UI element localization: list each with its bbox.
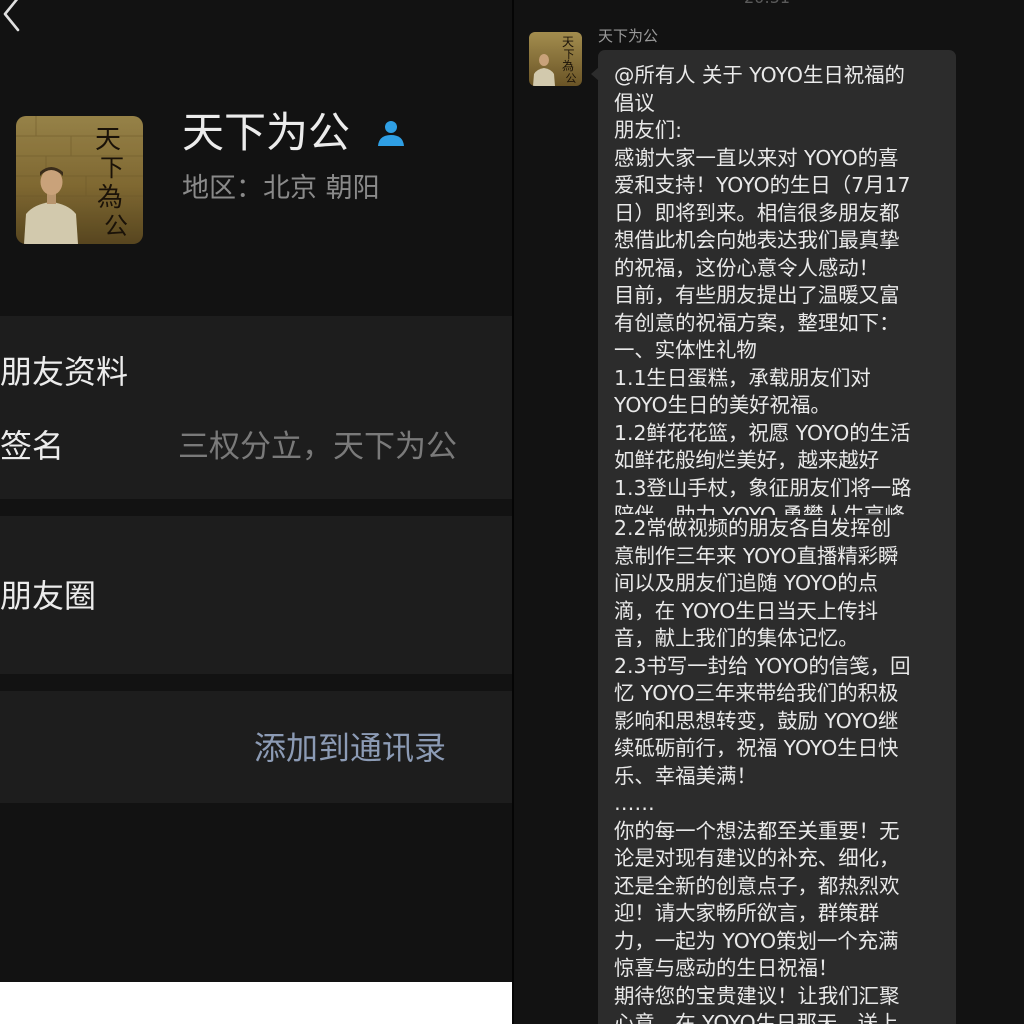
- message-line: 心意，在 YOYO生日那天，送上: [614, 1011, 899, 1024]
- avatar-caption-glyph-4: 公: [104, 212, 128, 240]
- profile-name: 天下为公: [182, 108, 351, 157]
- message-line: ……: [614, 791, 655, 815]
- message-line: 1.1生日蛋糕，承载朋友们对: [614, 365, 871, 390]
- message-line: @所有人 关于 YOYO生日祝福的: [614, 63, 905, 87]
- friend-info-title[interactable]: 朋友资料: [0, 350, 128, 394]
- message-line: 意制作三年来 YOYO直播精彩瞬: [614, 543, 899, 568]
- sender-avatar-glyph-1: 天: [562, 35, 574, 49]
- person-icon: [375, 116, 407, 148]
- message-line: 感谢大家一直以来对 YOYO的喜: [614, 145, 899, 170]
- message-line: 论是对现有建议的补充、细化，: [614, 846, 900, 870]
- message-line: 续砥砺前行，祝福 YOYO生日快: [614, 736, 899, 760]
- chat-timestamp: 20:51: [744, 0, 790, 8]
- sender-name: 天下为公: [598, 27, 659, 45]
- message-line: 期待您的宝贵建议！让我们汇聚: [614, 983, 900, 1008]
- message-line: 爱和支持！YOYO的生日（7月17: [614, 173, 911, 197]
- message-line: 音，献上我们的集体记忆。: [614, 626, 859, 650]
- message-line: 忆 YOYO三年来带给我们的积极: [614, 681, 899, 705]
- message-line: 1.3登山手杖，象征朋友们将一路: [614, 475, 912, 500]
- message-line: 一、实体性礼物: [614, 338, 757, 362]
- message-line: 你的每一个想法都至关重要！无: [614, 818, 900, 843]
- message-line: 2.3书写一封给 YOYO的信笺，回: [614, 653, 911, 678]
- message-line: 陪伴，助力 YOYO 勇攀人生高峰: [614, 503, 905, 515]
- friend-info-section: [0, 316, 512, 499]
- message-line: 倡议: [614, 90, 655, 115]
- message-line: 间以及朋友们追随 YOYO的点: [614, 571, 879, 595]
- contact-profile-panel: 天 下 為 公 天下为公 地区：北京 朝阳 朋友资料 签名 三权分立，天下为公 …: [0, 0, 512, 1024]
- sender-avatar[interactable]: 天 下 為 公: [529, 32, 582, 86]
- message-line: 2.2常做视频的朋友各自发挥创: [614, 516, 892, 540]
- avatar-caption-glyph-2: 下: [100, 154, 124, 182]
- bottom-white-bar: [0, 982, 512, 1024]
- message-line: 日）即将到来。相信很多朋友都: [614, 200, 900, 225]
- message-line: 惊喜与感动的生日祝福！: [614, 956, 839, 980]
- avatar-caption-glyph-3: 為: [97, 183, 123, 213]
- add-to-contacts-button[interactable]: 添加到通讯录: [254, 726, 446, 770]
- avatar[interactable]: 天 下 為 公: [16, 116, 143, 244]
- signature-value: 三权分立，天下为公: [178, 429, 457, 465]
- message-line: 有创意的祝福方案，整理如下：: [614, 310, 900, 335]
- sender-avatar-glyph-3: 為: [562, 59, 574, 73]
- message-line: 1.2鲜花花篮，祝愿 YOYO的生活: [614, 420, 911, 445]
- sender-avatar-glyph-4: 公: [566, 72, 577, 85]
- message-line: YOYO生日的美好祝福。: [614, 393, 831, 417]
- message-text: @所有人 关于 YOYO生日祝福的 倡议朋友们: 感谢大家一直以来对 YOYO的喜爱…: [614, 62, 948, 1024]
- message-line: 滴，在 YOYO生日当天上传抖: [614, 598, 879, 623]
- chevron-left-icon: [3, 0, 20, 32]
- chat-panel: 20:51 天 下 為 公 天下为公 @所有人 关于 YOYO生日祝福的倡议朋友…: [514, 0, 1024, 1024]
- moments-label[interactable]: 朋友圈: [0, 574, 96, 618]
- signature-label: 签名: [0, 427, 65, 465]
- profile-region: 地区：北京 朝阳: [182, 173, 380, 204]
- message-line: 想借此机会向她表达我们最真挚: [614, 228, 900, 252]
- message-line: 朋友们:: [614, 118, 683, 142]
- message-line: 影响和思想转变，鼓励 YOYO继: [614, 708, 899, 733]
- avatar-caption-glyph-1: 天: [95, 125, 121, 155]
- message-line: 还是全新的创意点子，都热烈欢: [614, 873, 900, 898]
- message-line: 力，一起为 YOYO策划一个充满: [614, 928, 899, 953]
- message-line: 如鲜花般绚烂美好，越来越好: [614, 448, 880, 472]
- message-line: 迎！请大家畅所欲言，群策群: [614, 901, 880, 925]
- message-line: 乐、幸福美满！: [614, 763, 757, 788]
- message-line: 的祝福，这份心意令人感动！: [614, 255, 880, 280]
- back-button[interactable]: [0, 0, 30, 34]
- message-line: 目前，有些朋友提出了温暖又富: [614, 283, 900, 307]
- message-bubble-tail: [591, 67, 599, 81]
